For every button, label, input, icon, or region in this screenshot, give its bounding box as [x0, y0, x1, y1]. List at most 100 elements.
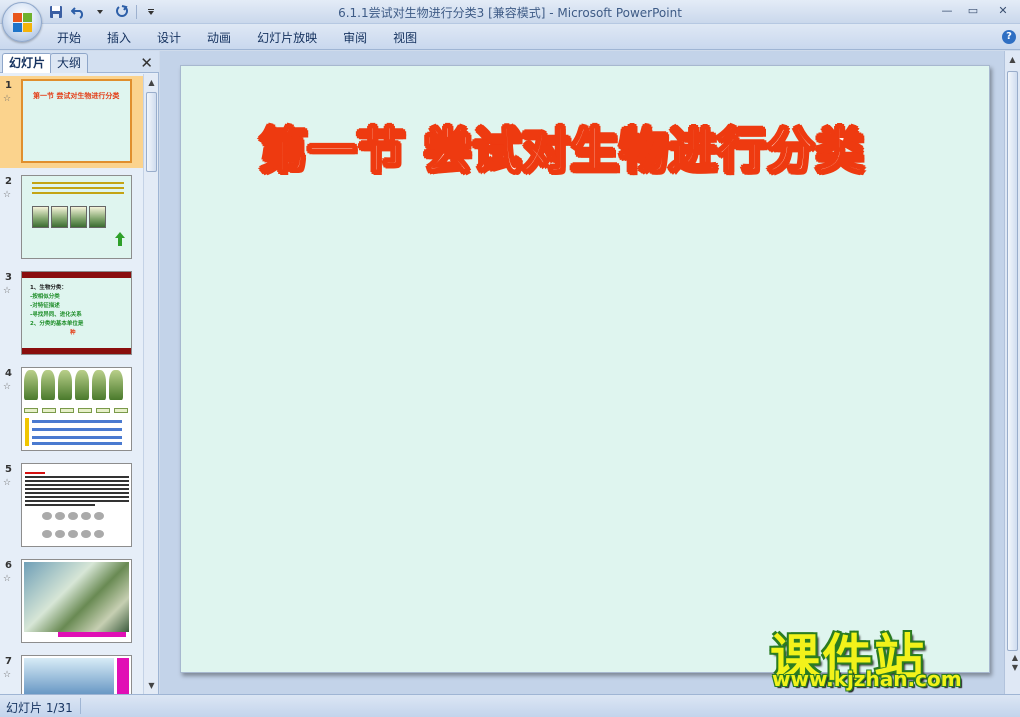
ribbon: 开始 插入 设计 动画 幻灯片放映 审阅 视图 ? — [0, 24, 1020, 50]
slide-title[interactable]: 第一节 尝试对生物进行分类 — [258, 111, 865, 181]
scrollbar-thumb[interactable] — [1007, 71, 1018, 651]
animation-star-icon: ☆ — [3, 94, 12, 104]
thumbnail-text-line — [32, 420, 122, 423]
window-controls: — ▭ ✕ — [934, 0, 1020, 20]
animation-star-icon: ☆ — [3, 670, 12, 680]
watermark: 课件站 www.kjzhan.com — [770, 618, 1010, 696]
animation-star-icon: ☆ — [3, 382, 12, 392]
slide-thumbnail-4[interactable]: 4 ☆ — [0, 364, 143, 456]
scroll-up-icon[interactable]: ▲ — [1007, 54, 1018, 65]
slide-thumbnail-6[interactable]: 6 ☆ — [0, 556, 143, 648]
restore-button[interactable]: ▭ — [960, 0, 986, 20]
plant-label — [24, 408, 38, 413]
plant-picture — [51, 206, 68, 228]
thumbnail-text: 1、生物分类： -按相似分类 -对特征描述 -寻找异同、进化关系 2、分类的基本… — [30, 284, 83, 338]
slide-nav-buttons: ▲ ▼ — [1012, 653, 1018, 672]
previous-slide-icon[interactable]: ▲ — [1012, 653, 1018, 662]
thumbnail-labels — [24, 408, 128, 413]
tab-slideshow[interactable]: 幻灯片放映 — [244, 29, 330, 47]
current-slide[interactable]: 第一节 尝试对生物进行分类 — [180, 65, 990, 673]
panel-close-icon[interactable]: ✕ — [140, 54, 153, 72]
animation-star-icon: ☆ — [3, 574, 12, 584]
plant-picture — [58, 370, 72, 400]
panel-tabs: 幻灯片 大纲 ✕ — [0, 51, 159, 73]
scroll-up-icon[interactable]: ▲ — [146, 77, 157, 88]
plant-picture — [41, 370, 55, 400]
thumbnail-side-bar — [117, 658, 129, 694]
plant-label — [78, 408, 92, 413]
slide-thumbnail-7[interactable]: 7 ☆ — [0, 652, 143, 694]
animation-star-icon: ☆ — [3, 286, 12, 296]
thumbnail-shapes — [42, 512, 104, 520]
plant-label — [60, 408, 74, 413]
tab-view[interactable]: 视图 — [380, 29, 430, 47]
slide-counter: 幻灯片 1/31 — [6, 701, 73, 715]
thumbnail-top-bar — [22, 272, 131, 278]
thumbnail-title: 第一节 尝试对生物进行分类 — [33, 92, 120, 100]
plant-picture — [32, 206, 49, 228]
tab-insert[interactable]: 插入 — [94, 29, 144, 47]
thumbnail-image: 1、生物分类： -按相似分类 -对特征描述 -寻找异同、进化关系 2、分类的基本… — [21, 271, 132, 355]
scroll-down-icon[interactable]: ▼ — [146, 680, 157, 691]
thumbnail-side-bar — [25, 418, 29, 446]
thumbnail-shapes — [42, 530, 104, 538]
tab-design[interactable]: 设计 — [144, 29, 194, 47]
status-bar: 幻灯片 1/31 — [0, 694, 1020, 717]
tab-review[interactable]: 审阅 — [330, 29, 380, 47]
scrollbar-thumb[interactable] — [146, 92, 157, 172]
plant-picture — [75, 370, 89, 400]
close-button[interactable]: ✕ — [986, 0, 1020, 20]
thumbnail-photo — [24, 658, 114, 694]
ribbon-tabs: 开始 插入 设计 动画 幻灯片放映 审阅 视图 — [44, 29, 430, 47]
tab-outline[interactable]: 大纲 — [50, 53, 89, 73]
thumbnail-bottom-bar — [22, 348, 131, 354]
title-bar: 6.1.1尝试对生物进行分类3 [兼容模式] - Microsoft Power… — [0, 0, 1020, 24]
slide-number: 1 — [5, 80, 12, 91]
slide-thumbnail-2[interactable]: 2 ☆ — [0, 172, 143, 264]
next-slide-icon[interactable]: ▼ — [1012, 663, 1018, 672]
thumbnail-line: 1、生物分类： — [30, 285, 67, 291]
thumbnail-photo — [24, 562, 129, 632]
status-separator — [80, 698, 81, 714]
tab-animations[interactable]: 动画 — [194, 29, 244, 47]
slide-editor: 第一节 尝试对生物进行分类 ▲ ▲ ▼ — [160, 51, 1020, 694]
thumbnail-image — [21, 463, 132, 547]
animation-star-icon: ☆ — [3, 190, 12, 200]
slide-thumbnail-3[interactable]: 3 ☆ 1、生物分类： -按相似分类 -对特征描述 -寻找异同、进化关系 2、分… — [0, 268, 143, 360]
thumbnail-text-block — [32, 182, 124, 196]
thumbnail-plants — [24, 370, 123, 400]
plant-picture — [109, 370, 123, 400]
plant-picture — [70, 206, 87, 228]
slide-number: 6 — [5, 560, 12, 571]
help-icon[interactable]: ? — [1002, 30, 1016, 44]
thumbnail-image — [21, 655, 132, 694]
thumbnail-line: -寻找异同、进化关系 — [30, 312, 82, 318]
slide-number: 7 — [5, 656, 12, 667]
thumbnail-image — [21, 175, 132, 259]
editor-scrollbar[interactable]: ▲ ▲ ▼ — [1004, 51, 1020, 694]
slide-thumbnail-1[interactable]: 1 ☆ 第一节 尝试对生物进行分类 — [0, 76, 143, 168]
office-logo-icon — [13, 13, 33, 33]
window-title: 6.1.1尝试对生物进行分类3 [兼容模式] - Microsoft Power… — [338, 6, 682, 20]
plant-label — [114, 408, 128, 413]
slide-number: 3 — [5, 272, 12, 283]
thumbnails-scrollbar[interactable]: ▲ ▼ — [143, 74, 158, 694]
plant-picture — [24, 370, 38, 400]
slides-panel: 幻灯片 大纲 ✕ 1 ☆ 第一节 尝试对生物进行分类 2 ☆ 3 ☆ 1、生物分… — [0, 51, 159, 694]
thumbnail-line: -对特征描述 — [30, 303, 60, 309]
watermark-url: www.kjzhan.com — [772, 667, 962, 691]
thumbnail-line: -按相似分类 — [30, 294, 60, 300]
thumbnail-image: 第一节 尝试对生物进行分类 — [21, 79, 132, 163]
slide-number: 2 — [5, 176, 12, 187]
plant-picture — [89, 206, 106, 228]
slide-number: 5 — [5, 464, 12, 475]
plant-label — [42, 408, 56, 413]
slide-thumbnail-5[interactable]: 5 ☆ — [0, 460, 143, 552]
thumbnail-image — [21, 367, 132, 451]
tab-home[interactable]: 开始 — [44, 29, 94, 47]
animation-star-icon: ☆ — [3, 478, 12, 488]
thumbnail-text-line — [32, 428, 122, 431]
office-button[interactable] — [2, 2, 42, 42]
minimize-button[interactable]: — — [934, 0, 960, 20]
tab-slides[interactable]: 幻灯片 — [2, 53, 53, 73]
